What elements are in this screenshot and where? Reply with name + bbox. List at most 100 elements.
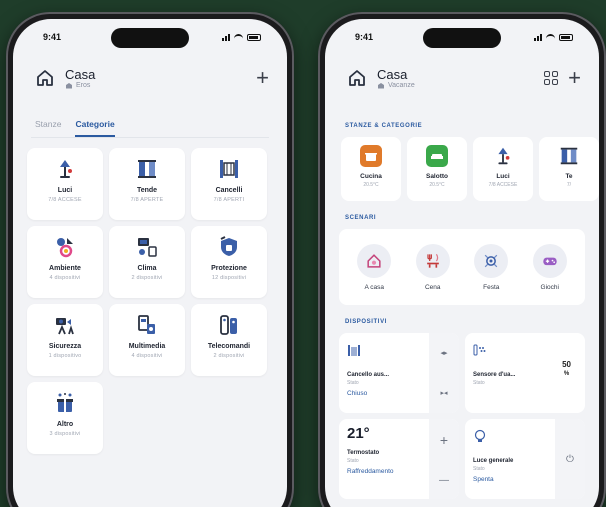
device-sub: Stato bbox=[347, 380, 359, 386]
tabs: Stanze Categorie bbox=[13, 95, 287, 137]
home-title[interactable]: Casa bbox=[377, 67, 415, 82]
tab-categories[interactable]: Categorie bbox=[75, 119, 115, 137]
dynamic-island bbox=[111, 28, 189, 48]
house-small-icon bbox=[66, 82, 72, 88]
room-meta: 20.5°C bbox=[363, 182, 379, 188]
close-button[interactable]: ▸◂ bbox=[440, 389, 447, 397]
category-meta: 4 dispositivi bbox=[131, 353, 163, 359]
category-meta: 7/8 APERTI bbox=[213, 197, 245, 203]
device-card-light[interactable]: Luce generale Stato Spenta ⏻ bbox=[465, 419, 585, 499]
grid-view-icon[interactable] bbox=[544, 71, 559, 85]
category-card[interactable]: Luci 7/8 ACCESE bbox=[27, 148, 103, 220]
device-state: Spenta bbox=[473, 476, 494, 483]
category-card[interactable]: Tende 7/8 APERTE bbox=[109, 148, 185, 220]
room-card[interactable]: Salotto 20.5°C bbox=[407, 137, 467, 201]
device-card-sensor[interactable]: Sensore d'ua... Stato 50 % bbox=[465, 333, 585, 413]
category-meta: 3 dispositivi bbox=[49, 431, 81, 437]
device-main: Luce generale Stato Spenta bbox=[465, 419, 555, 499]
multimedia-icon bbox=[138, 315, 155, 334]
scene-button[interactable]: Giochi bbox=[532, 243, 567, 291]
remote-icon bbox=[220, 315, 237, 335]
scene-button[interactable]: Festa bbox=[474, 243, 509, 291]
wifi-icon bbox=[234, 34, 243, 40]
scene-name: Giochi bbox=[540, 283, 559, 291]
device-sub: Stato bbox=[347, 458, 359, 464]
category-name: Ambiente bbox=[49, 265, 81, 272]
decrease-button[interactable]: — bbox=[439, 475, 449, 486]
header-actions: + bbox=[544, 67, 581, 89]
screen: 9:41 Casa Vacanze + STANZE & CATEGORIE C… bbox=[325, 19, 599, 507]
signal-icon bbox=[222, 33, 230, 41]
device-name: Termostato bbox=[347, 450, 380, 456]
phone-home: 9:41 Casa Vacanze + STANZE & CATEGORIE C… bbox=[318, 12, 606, 507]
house-scene-icon bbox=[367, 253, 381, 268]
add-button[interactable]: + bbox=[256, 67, 269, 89]
security-icon bbox=[56, 318, 74, 335]
scene-button[interactable]: A casa bbox=[357, 243, 392, 291]
device-sub: Stato bbox=[473, 466, 485, 472]
category-card[interactable]: Clima 2 dispositivi bbox=[109, 226, 185, 298]
wifi-icon bbox=[546, 34, 555, 40]
increase-button[interactable]: + bbox=[440, 432, 448, 448]
home-subtitle-text: Vacanze bbox=[388, 81, 415, 89]
home-icon[interactable] bbox=[35, 68, 55, 88]
room-name: Cucina bbox=[360, 173, 382, 180]
system-icons bbox=[534, 33, 573, 41]
house-small-icon bbox=[378, 82, 384, 88]
lamp-icon bbox=[492, 145, 514, 167]
lamp-icon bbox=[498, 147, 510, 165]
category-name: Telecomandi bbox=[207, 343, 251, 350]
category-card[interactable]: Protezione 12 dispositivi bbox=[191, 226, 267, 298]
room-name: Salotto bbox=[425, 173, 449, 180]
other-icon bbox=[57, 393, 73, 412]
device-card-thermostat[interactable]: 21° Termostato Stato Raffreddamento + — bbox=[339, 419, 459, 499]
category-name: Luci bbox=[57, 187, 73, 194]
category-card[interactable]: Ambiente 4 dispositivi bbox=[27, 226, 103, 298]
device-card-gate[interactable]: Cancello aus... Stato Chiuso ◂▸ ▸◂ bbox=[339, 333, 459, 413]
protection-icon bbox=[220, 236, 237, 256]
category-card[interactable]: Altro 3 dispositivi bbox=[27, 382, 103, 454]
sofa-icon bbox=[426, 145, 448, 167]
scene-circle bbox=[357, 243, 392, 278]
status-time: 9:41 bbox=[43, 32, 62, 42]
category-card[interactable]: Telecomandi 2 dispositivi bbox=[191, 304, 267, 376]
power-button[interactable]: ⏻ bbox=[566, 454, 574, 465]
gate-icon bbox=[348, 345, 360, 356]
room-name: Luci bbox=[496, 173, 510, 180]
device-main: 21° Termostato Stato Raffreddamento bbox=[339, 419, 429, 499]
add-button[interactable]: + bbox=[568, 67, 581, 89]
climate-icon bbox=[138, 238, 157, 257]
room-card[interactable]: Luci 7/8 ACCESE bbox=[473, 137, 533, 201]
category-meta: 2 dispositivi bbox=[213, 353, 245, 359]
room-card[interactable]: Cucina 20.5°C bbox=[341, 137, 401, 201]
device-controls: + — bbox=[429, 419, 459, 499]
category-name: Tende bbox=[136, 187, 158, 194]
room-name: Te bbox=[565, 173, 573, 180]
room-meta: 20.5°C bbox=[429, 182, 445, 188]
scene-name: Cena bbox=[424, 283, 441, 291]
category-card[interactable]: Multimedia 4 dispositivi bbox=[109, 304, 185, 376]
rooms-carousel[interactable]: Cucina 20.5°C Salotto 20.5°C Luci 7/8 ACCESE T… bbox=[325, 129, 599, 201]
category-card[interactable]: Cancelli 7/8 APERTI bbox=[191, 148, 267, 220]
pot-icon bbox=[360, 145, 382, 167]
battery-icon bbox=[247, 33, 261, 41]
room-card[interactable]: Te 7/ bbox=[539, 137, 599, 201]
tab-rooms[interactable]: Stanze bbox=[35, 119, 61, 137]
dynamic-island bbox=[423, 28, 501, 48]
home-title[interactable]: Casa bbox=[65, 67, 95, 82]
status-bar: 9:41 bbox=[325, 19, 599, 55]
category-meta: 4 dispositivi bbox=[49, 275, 81, 281]
open-button[interactable]: ◂▸ bbox=[440, 349, 447, 357]
screen: 9:41 Casa Eros + Stanze Categorie Luci 7… bbox=[13, 19, 287, 507]
category-card[interactable]: Sicurezza 1 dispositivo bbox=[27, 304, 103, 376]
games-scene-icon bbox=[543, 257, 557, 265]
scene-button[interactable]: Cena bbox=[415, 243, 450, 291]
home-subtitle: Eros bbox=[65, 82, 95, 89]
party-scene-icon bbox=[484, 254, 498, 267]
curtains-icon bbox=[558, 145, 580, 167]
home-icon[interactable] bbox=[347, 68, 367, 88]
home-subtitle-text: Eros bbox=[76, 81, 91, 89]
sensor-value: 50 % bbox=[562, 361, 571, 378]
device-name: Cancello aus... bbox=[347, 372, 390, 378]
environment-icon bbox=[57, 238, 73, 258]
